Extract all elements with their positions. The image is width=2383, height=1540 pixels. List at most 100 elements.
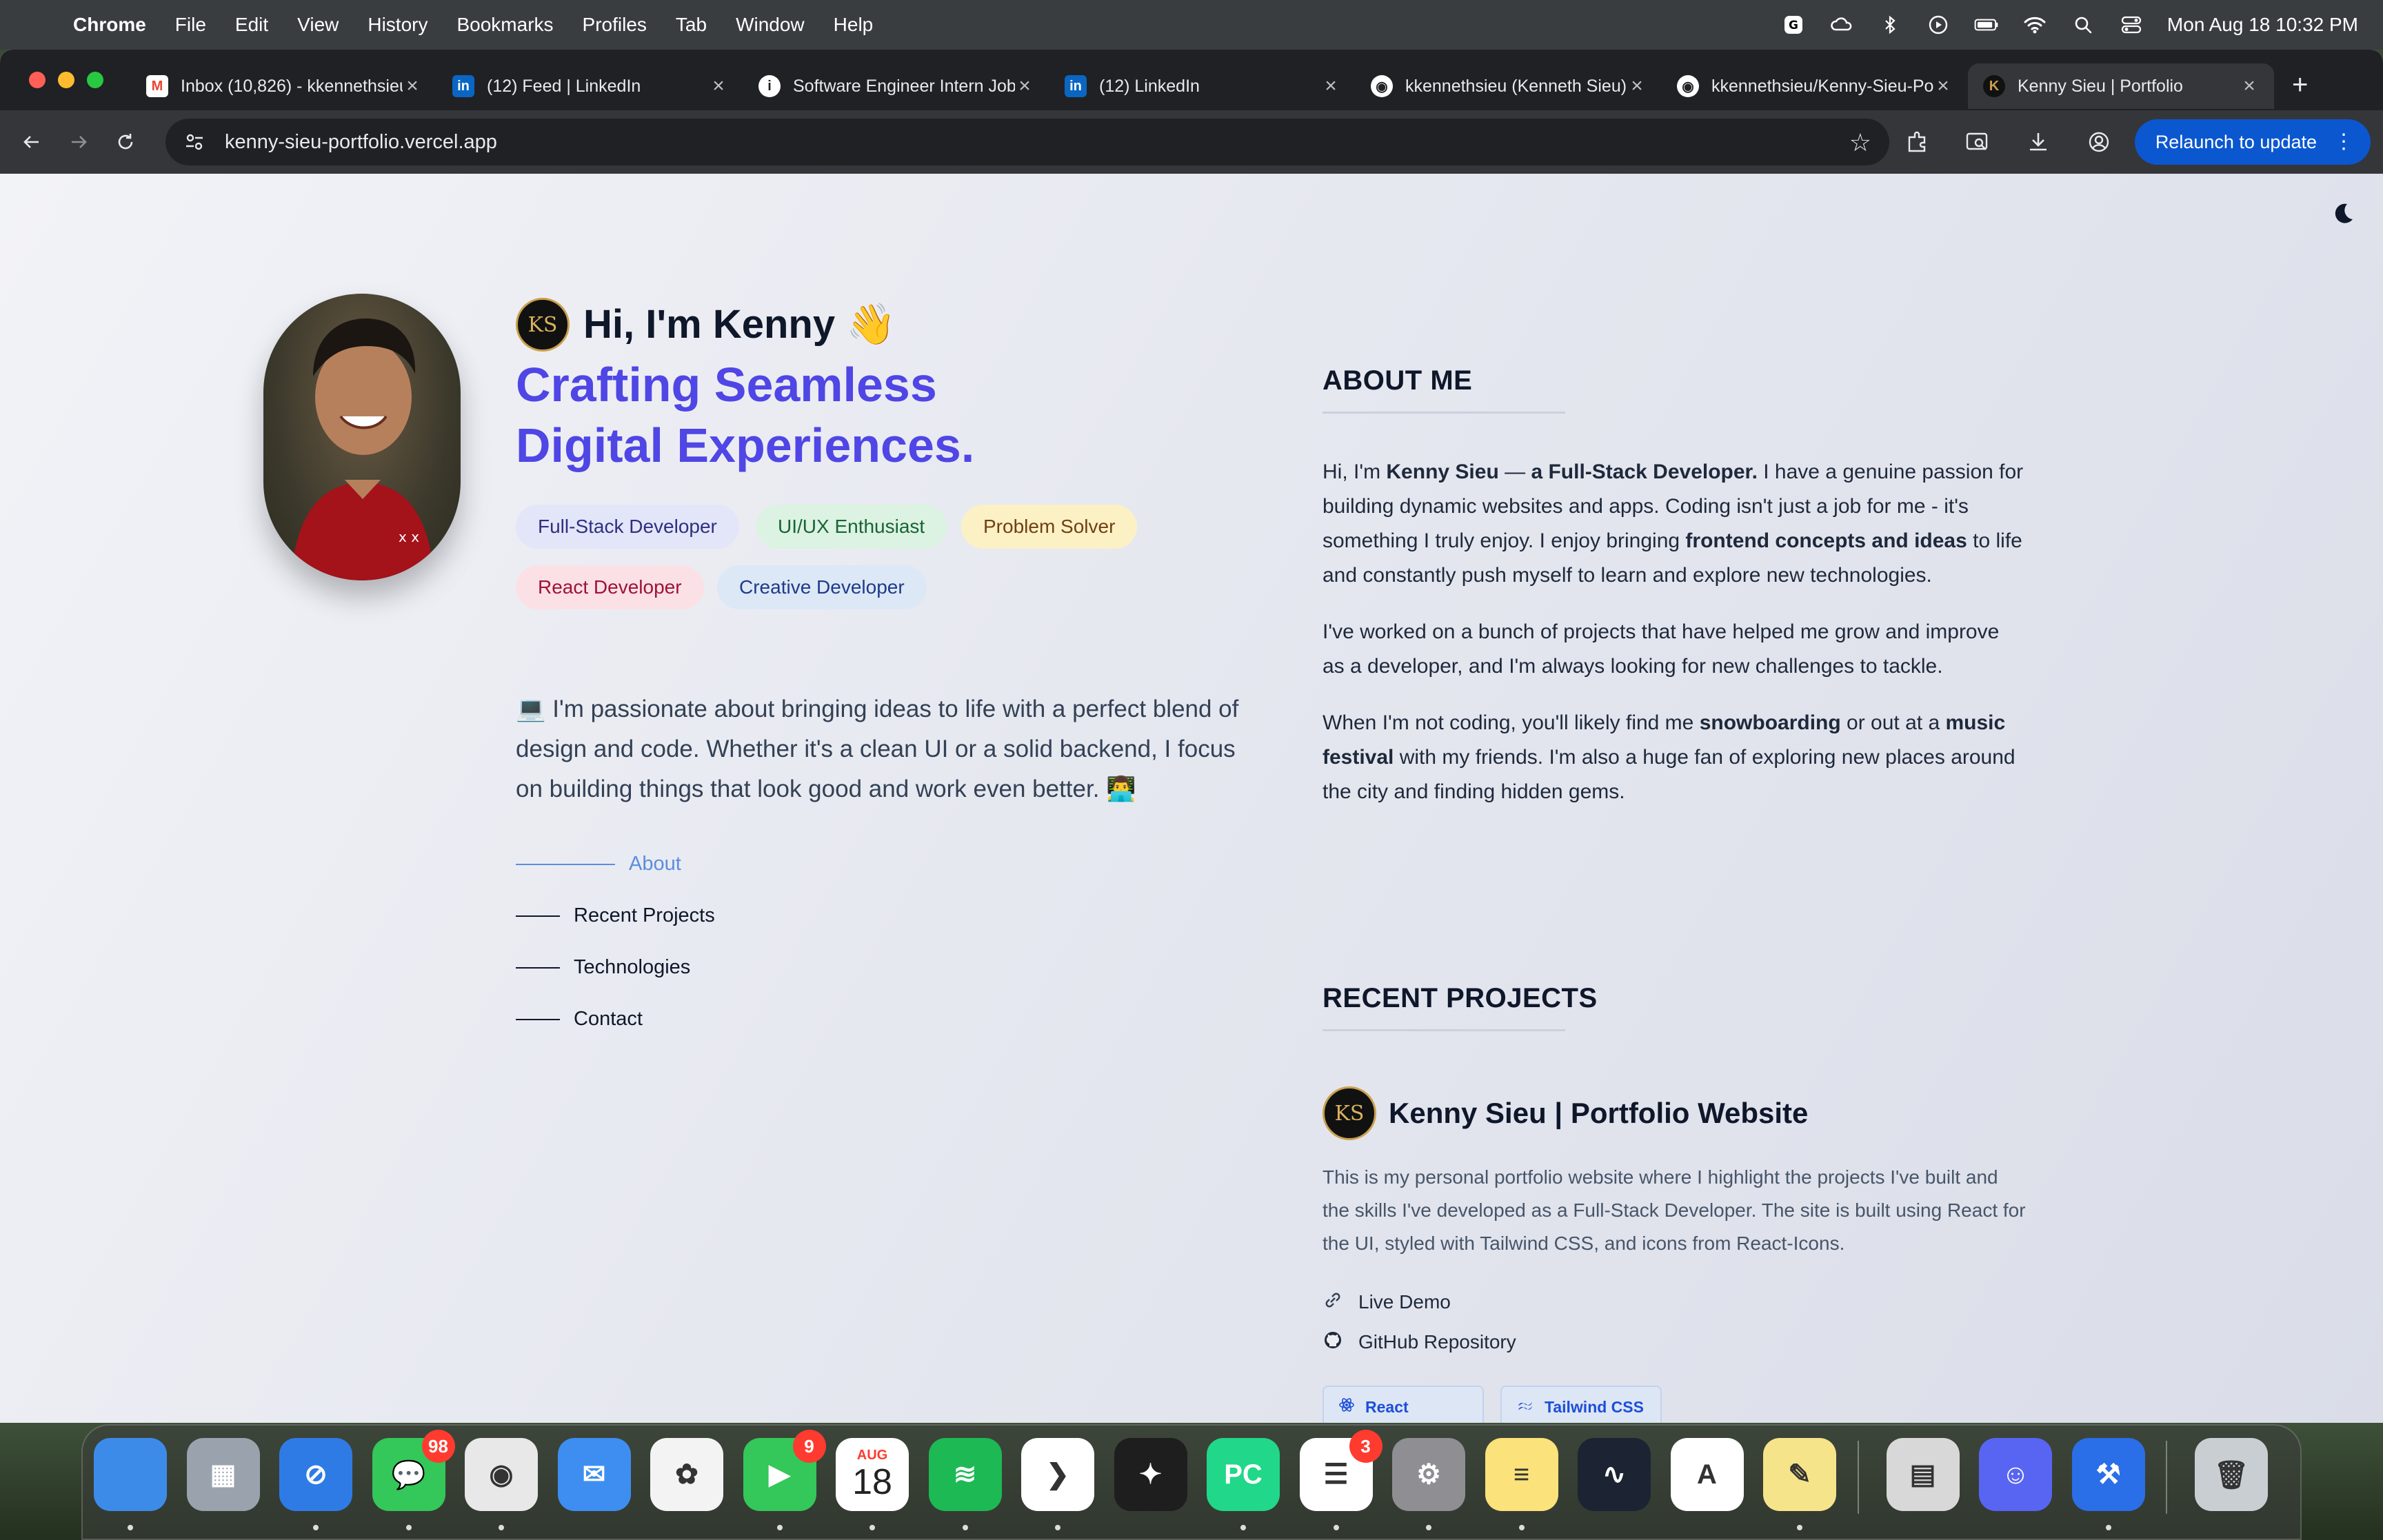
new-tab-button[interactable]: + bbox=[2292, 70, 2308, 101]
dock-figma-icon[interactable]: ✦ bbox=[1114, 1438, 1187, 1511]
back-button[interactable] bbox=[17, 127, 47, 157]
menu-history[interactable]: History bbox=[368, 14, 428, 36]
url-text[interactable]: kenny-sieu-portfolio.vercel.app bbox=[225, 131, 497, 154]
dock-app-store-connect-icon[interactable]: A bbox=[1670, 1438, 1744, 1511]
dock-photos-icon[interactable]: ✿ bbox=[650, 1438, 723, 1511]
grammarly-icon[interactable]: G bbox=[1781, 12, 1806, 37]
github-repository-label: GitHub Repository bbox=[1358, 1331, 1516, 1352]
menu-view[interactable]: View bbox=[297, 14, 339, 36]
close-window-button[interactable] bbox=[29, 72, 46, 88]
menu-help[interactable]: Help bbox=[834, 14, 874, 36]
dark-mode-toggle-icon[interactable] bbox=[2329, 200, 2357, 227]
close-tab-icon[interactable]: × bbox=[1321, 74, 1340, 98]
about-section: ABOUT ME Hi, I'm Kenny Sieu — a Full-Sta… bbox=[1323, 365, 2026, 831]
downloads-icon[interactable] bbox=[2023, 127, 2053, 157]
browser-tab[interactable]: ◉ kkennethsieu/Kenny-Sieu-Portfolio× bbox=[1662, 63, 1968, 109]
dock-app-glyph: ▤ bbox=[1909, 1459, 1936, 1490]
relaunch-to-update-button[interactable]: Relaunch to update ⋮ bbox=[2134, 119, 2371, 165]
tech-chip-tailwind: Tailwind CSS bbox=[1500, 1386, 1662, 1423]
nav-recent-projects[interactable]: Recent Projects bbox=[516, 890, 715, 942]
project-title[interactable]: Kenny Sieu | Portfolio Website bbox=[1389, 1097, 1808, 1130]
dock-calculator-icon[interactable]: ▤ bbox=[1886, 1438, 1960, 1511]
extensions-icon[interactable] bbox=[1902, 127, 1932, 157]
dock-launchpad-icon[interactable]: ▦ bbox=[186, 1438, 260, 1511]
nav-contact[interactable]: Contact bbox=[516, 993, 715, 1045]
profile-icon[interactable] bbox=[2084, 127, 2114, 157]
dock-discord-icon[interactable]: ☺ bbox=[1979, 1438, 2052, 1511]
dock-spotify-icon[interactable]: ≋ bbox=[928, 1438, 1002, 1511]
close-tab-icon[interactable]: × bbox=[1015, 74, 1034, 98]
dock-messages-icon[interactable]: 💬 98 bbox=[372, 1430, 455, 1511]
dock-trash-icon[interactable]: 🗑 bbox=[2195, 1438, 2268, 1511]
more-vertical-icon[interactable]: ⋮ bbox=[2333, 132, 2354, 152]
forward-button[interactable] bbox=[63, 127, 94, 157]
dock-calendar-icon[interactable]: AUG 18 bbox=[836, 1438, 909, 1511]
dock-safari-icon[interactable]: ⊘ bbox=[279, 1438, 352, 1511]
menu-window[interactable]: Window bbox=[736, 14, 805, 36]
about-name: Kenny Sieu bbox=[1386, 460, 1499, 483]
dock-chrome-icon[interactable]: ◉ bbox=[465, 1438, 538, 1511]
battery-icon[interactable] bbox=[1974, 12, 1999, 37]
control-center-icon[interactable] bbox=[2119, 12, 2144, 37]
dock-reminders-icon[interactable]: ☰ 3 bbox=[1299, 1430, 1382, 1511]
dock-xcode-icon[interactable]: ⚒ bbox=[2071, 1438, 2145, 1511]
menu-app-name[interactable]: Chrome bbox=[73, 14, 146, 36]
dock-freeform-icon[interactable]: ∿ bbox=[1578, 1438, 1651, 1511]
about-paragraph-3: When I'm not coding, you'll likely find … bbox=[1323, 706, 2026, 809]
browser-tab[interactable]: i Software Engineer Intern Jobs × bbox=[743, 63, 1049, 109]
menu-tab[interactable]: Tab bbox=[676, 14, 707, 36]
reload-button[interactable] bbox=[110, 127, 141, 157]
browser-tab[interactable]: ◉ kkennethsieu (Kenneth Sieu) × bbox=[1356, 63, 1662, 109]
close-tab-icon[interactable]: × bbox=[403, 74, 422, 98]
dock-app-glyph: ≋ bbox=[953, 1459, 977, 1490]
svg-text:G: G bbox=[1789, 19, 1798, 32]
site-settings-icon[interactable] bbox=[181, 128, 208, 156]
bluetooth-icon[interactable] bbox=[1878, 12, 1902, 37]
live-demo-link[interactable]: Live Demo bbox=[1323, 1282, 2026, 1322]
about-emphasis: snowboarding bbox=[1699, 711, 1841, 734]
wifi-icon[interactable] bbox=[2022, 12, 2047, 37]
dock-app-glyph: 💬 bbox=[391, 1459, 426, 1490]
bookmark-star-icon[interactable]: ☆ bbox=[1849, 128, 1871, 157]
project-links: Live Demo GitHub Repository bbox=[1323, 1282, 2026, 1362]
menu-edit[interactable]: Edit bbox=[235, 14, 268, 36]
github-repository-link[interactable]: GitHub Repository bbox=[1323, 1322, 2026, 1362]
tab-search-icon[interactable] bbox=[1962, 127, 1993, 157]
menu-bookmarks[interactable]: Bookmarks bbox=[456, 14, 553, 36]
nav-technologies[interactable]: Technologies bbox=[516, 942, 715, 993]
close-tab-icon[interactable]: × bbox=[1627, 74, 1647, 98]
zoom-window-button[interactable] bbox=[87, 72, 103, 88]
nav-about[interactable]: About bbox=[516, 838, 715, 890]
browser-tab[interactable]: K Kenny Sieu | Portfolio × bbox=[1968, 63, 2274, 109]
dock-mail-icon[interactable]: ✉ bbox=[557, 1438, 631, 1511]
minimize-window-button[interactable] bbox=[58, 72, 74, 88]
menu-profiles[interactable]: Profiles bbox=[583, 14, 647, 36]
close-tab-icon[interactable]: × bbox=[1933, 74, 1953, 98]
browser-tab[interactable]: M Inbox (10,826) - kkennethsieu × bbox=[131, 63, 437, 109]
nav-indicator-line bbox=[516, 915, 560, 917]
close-tab-icon[interactable]: × bbox=[709, 74, 728, 98]
dock-app-glyph: ◉ bbox=[489, 1459, 514, 1490]
dock-finder-icon[interactable] bbox=[94, 1438, 167, 1511]
dock-stickies-icon[interactable]: ✎ bbox=[1763, 1438, 1836, 1511]
address-bar[interactable]: kenny-sieu-portfolio.vercel.app ☆ bbox=[165, 119, 1889, 165]
dock-system-settings-icon[interactable]: ⚙ bbox=[1392, 1438, 1465, 1511]
nav-label: Recent Projects bbox=[574, 904, 715, 926]
browser-tab[interactable]: in (12) Feed | LinkedIn × bbox=[437, 63, 743, 109]
close-tab-icon[interactable]: × bbox=[2240, 74, 2259, 98]
play-circle-icon[interactable] bbox=[1926, 12, 1951, 37]
about-role: a Full-Stack Developer. bbox=[1531, 460, 1758, 483]
browser-tab[interactable]: in (12) LinkedIn × bbox=[1049, 63, 1356, 109]
role-tag: Full-Stack Developer bbox=[516, 505, 739, 549]
menubar-clock[interactable]: Mon Aug 18 10:32 PM bbox=[2167, 14, 2358, 36]
dock-facetime-icon[interactable]: ▶ 9 bbox=[743, 1430, 826, 1511]
spotlight-search-icon[interactable] bbox=[2071, 12, 2095, 37]
dock-vs-code-icon[interactable]: ❯ bbox=[1021, 1438, 1094, 1511]
linkedin-icon: in bbox=[452, 75, 474, 97]
dock-notes-icon[interactable]: ≡ bbox=[1485, 1438, 1558, 1511]
info-icon: i bbox=[758, 75, 781, 97]
calendar-month: AUG bbox=[856, 1448, 888, 1463]
dock-pycharm-icon[interactable]: PC bbox=[1207, 1438, 1280, 1511]
menu-file[interactable]: File bbox=[175, 14, 206, 36]
cloud-sync-icon[interactable] bbox=[1829, 12, 1854, 37]
